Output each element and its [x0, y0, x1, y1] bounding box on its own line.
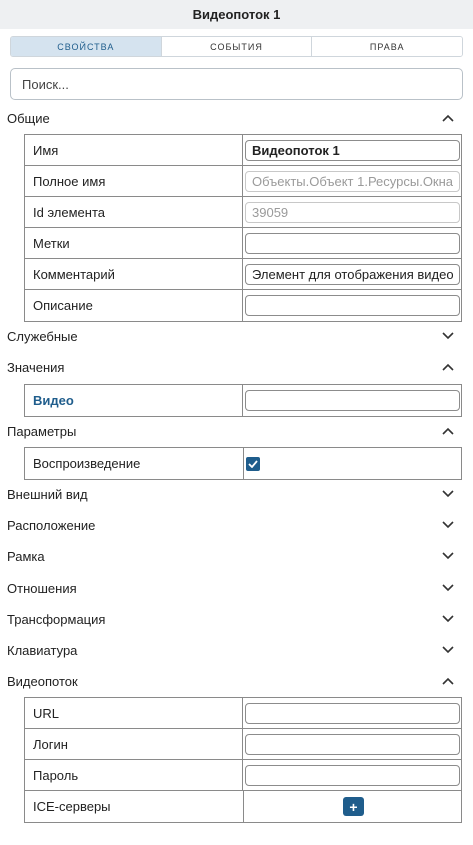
tab-events[interactable]: СОБЫТИЯ [161, 37, 313, 56]
chevron-down-icon[interactable] [441, 518, 455, 532]
password-label: Пароль [25, 760, 243, 790]
url-label: URL [25, 698, 243, 728]
tab-rights[interactable]: ПРАВА [312, 37, 462, 56]
table-row: Воспроизведение [25, 448, 461, 479]
window-title-bar: Видеопоток 1 [0, 0, 473, 29]
search-box [10, 68, 463, 100]
login-label: Логин [25, 729, 243, 759]
name-label: Имя [25, 135, 243, 165]
values-properties-table: Видео [24, 384, 462, 417]
chevron-up-icon[interactable] [441, 674, 455, 688]
section-general-header[interactable]: Общие [0, 105, 473, 131]
table-row: Метки [25, 228, 461, 259]
chevron-down-icon[interactable] [441, 329, 455, 343]
comment-label: Комментарий [25, 259, 243, 289]
checkmark-icon [248, 459, 258, 468]
section-frame-header[interactable]: Рамка [0, 543, 473, 569]
chevron-down-icon[interactable] [441, 643, 455, 657]
section-relations-title: Отношения [7, 580, 77, 596]
element-id-field [245, 201, 460, 223]
section-transform-header[interactable]: Трансформация [0, 606, 473, 632]
playback-label: Воспроизведение [25, 448, 244, 479]
table-row: Имя [25, 135, 461, 166]
general-properties-table: Имя Полное имя Id элемента Метки Коммент… [24, 134, 462, 322]
params-properties-table: Воспроизведение [24, 447, 462, 480]
window-title: Видеопоток 1 [192, 7, 281, 22]
chevron-up-icon[interactable] [441, 360, 455, 374]
table-row: ICE-серверы + [25, 791, 461, 822]
chevron-down-icon[interactable] [441, 549, 455, 563]
section-appearance-title: Внешний вид [7, 486, 88, 502]
section-service-title: Служебные [7, 328, 78, 344]
section-keyboard-header[interactable]: Клавиатура [0, 637, 473, 663]
name-field[interactable] [245, 139, 460, 161]
section-params-title: Параметры [7, 423, 77, 439]
table-row: Видео [25, 385, 461, 416]
section-layout-header[interactable]: Расположение [0, 512, 473, 538]
section-appearance-header[interactable]: Внешний вид [0, 481, 473, 507]
description-field[interactable] [245, 295, 460, 316]
url-field[interactable] [245, 702, 460, 724]
table-row: URL [25, 698, 461, 729]
tab-properties[interactable]: СВОЙСТВА [11, 37, 162, 56]
element-id-label: Id элемента [25, 197, 243, 227]
plus-icon: + [349, 798, 358, 815]
ice-servers-label: ICE-серверы [25, 791, 244, 822]
chevron-down-icon[interactable] [441, 487, 455, 501]
section-keyboard-title: Клавиатура [7, 642, 78, 658]
section-general-title: Общие [7, 110, 50, 126]
videostream-properties-table: URL Логин Пароль ICE-серверы + [24, 697, 462, 823]
section-frame-title: Рамка [7, 548, 45, 564]
table-row: Пароль [25, 760, 461, 791]
section-transform-title: Трансформация [7, 611, 106, 627]
section-values-title: Значения [7, 359, 65, 375]
table-row: Комментарий [25, 259, 461, 290]
chevron-down-icon[interactable] [441, 612, 455, 626]
section-values-header[interactable]: Значения [0, 354, 473, 380]
table-row: Id элемента [25, 197, 461, 228]
password-field[interactable] [245, 764, 460, 786]
chevron-down-icon[interactable] [441, 581, 455, 595]
section-params-header[interactable]: Параметры [0, 418, 473, 444]
tags-field[interactable] [245, 232, 460, 254]
full-name-label: Полное имя [25, 166, 243, 196]
section-videostream-title: Видеопоток [7, 673, 78, 689]
tags-label: Метки [25, 228, 243, 258]
video-field[interactable] [245, 390, 460, 411]
tab-bar: СВОЙСТВА СОБЫТИЯ ПРАВА [10, 36, 463, 57]
full-name-field [245, 170, 460, 192]
video-label: Видео [25, 385, 243, 416]
comment-field[interactable] [245, 263, 460, 285]
table-row: Логин [25, 729, 461, 760]
search-input[interactable] [22, 76, 462, 92]
section-layout-title: Расположение [7, 517, 96, 533]
playback-checkbox[interactable] [246, 456, 260, 471]
section-service-header[interactable]: Служебные [0, 323, 473, 349]
table-row: Полное имя [25, 166, 461, 197]
section-videostream-header[interactable]: Видеопоток [0, 668, 473, 694]
login-field[interactable] [245, 733, 460, 755]
chevron-up-icon[interactable] [441, 424, 455, 438]
chevron-up-icon[interactable] [441, 111, 455, 125]
description-label: Описание [25, 290, 243, 321]
table-row: Описание [25, 290, 461, 321]
section-relations-header[interactable]: Отношения [0, 575, 473, 601]
add-ice-server-button[interactable]: + [343, 797, 364, 816]
